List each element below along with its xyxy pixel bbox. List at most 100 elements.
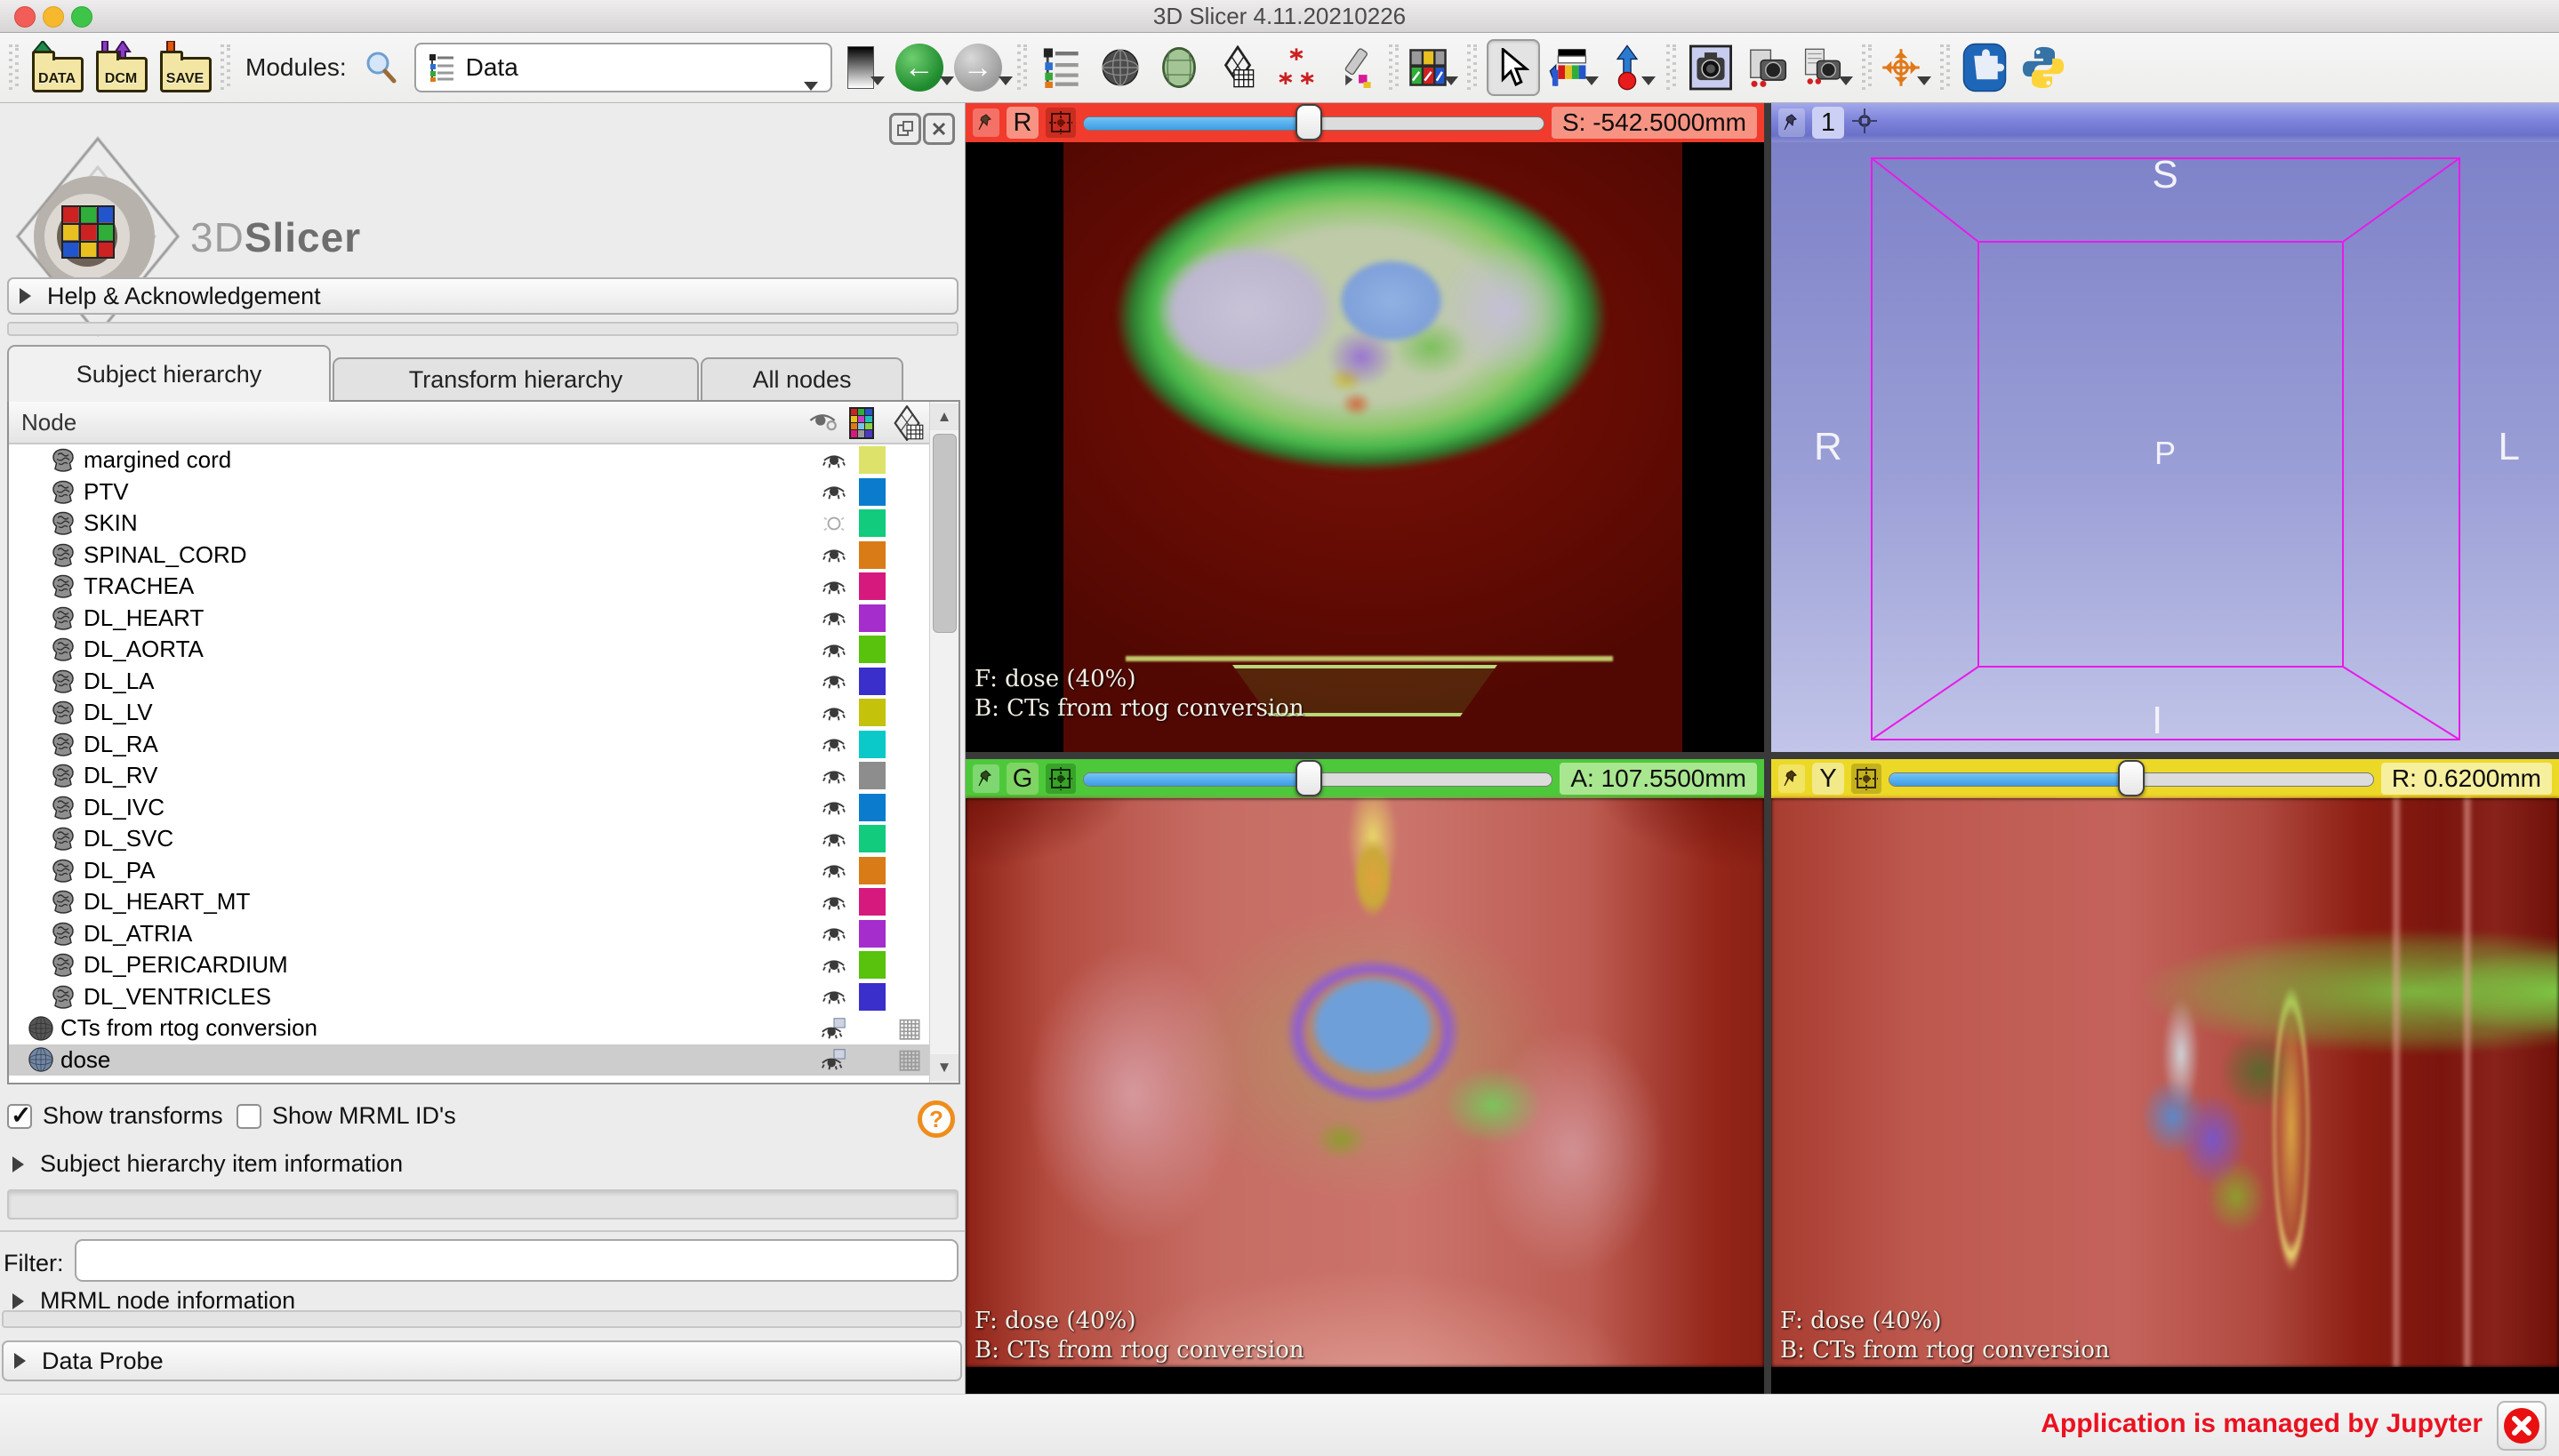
visibility-toggle[interactable] xyxy=(814,544,854,565)
visibility-toggle[interactable] xyxy=(814,733,854,755)
mesh-column-icon[interactable] xyxy=(889,404,925,445)
tree-item-dl-ra[interactable]: DL_RA xyxy=(9,729,929,761)
toolbar-grip[interactable] xyxy=(1388,44,1400,91)
tree-item-dl-lv[interactable]: DL_LV xyxy=(9,697,929,729)
tree-item-dl-rv[interactable]: DL_RV xyxy=(9,760,929,792)
axial-slice-image[interactable]: F: dose (40%) B: CTs from rtog conversio… xyxy=(966,142,1764,752)
tree-item-skin[interactable]: SKIN xyxy=(9,508,929,540)
module-shortcut-editor-button[interactable] xyxy=(1330,41,1380,94)
module-history-button[interactable] xyxy=(841,41,891,94)
toolbar-grip[interactable] xyxy=(9,44,20,91)
slider-handle[interactable] xyxy=(2117,760,2145,796)
place-markup-point-button[interactable] xyxy=(1608,41,1657,94)
slice-offset-slider[interactable] xyxy=(1083,759,1553,798)
module-shortcut-volumes-button[interactable] xyxy=(1095,41,1145,94)
load-dicom-button[interactable]: DCM xyxy=(92,41,148,94)
layout-selector-button[interactable] xyxy=(1408,41,1458,94)
adjust-window-level-button[interactable] xyxy=(1549,41,1599,94)
toolbar-grip[interactable] xyxy=(1939,44,1951,91)
view-label[interactable]: R xyxy=(1007,107,1039,139)
volume-grid-icon[interactable]: ▦ xyxy=(890,1014,929,1042)
toolbar-grip[interactable] xyxy=(1016,44,1028,91)
tree-item-dl-la[interactable]: DL_LA xyxy=(9,666,929,698)
sagittal-slice-image[interactable]: F: dose (40%) B: CTs from rtog conversio… xyxy=(1771,798,2559,1394)
color-swatch[interactable] xyxy=(854,982,890,1011)
slice-visibility-toggle[interactable] xyxy=(1046,108,1076,138)
center-view-icon[interactable] xyxy=(1851,108,1878,139)
green-slice-view[interactable]: G A: 107.5500mm F: dose (40%) B: CTs fro… xyxy=(966,759,1764,1394)
tree-item-trachea[interactable]: TRACHEA xyxy=(9,571,929,603)
tree-item-ptv[interactable]: PTV xyxy=(9,476,929,508)
module-shortcut-annotations-button[interactable] xyxy=(1271,41,1321,94)
visibility-toggle[interactable] xyxy=(814,923,854,944)
color-swatch[interactable] xyxy=(854,572,890,601)
crosshair-button[interactable] xyxy=(1881,41,1931,94)
visibility-toggle[interactable] xyxy=(814,576,854,597)
view-label[interactable]: Y xyxy=(1812,763,1844,795)
tree-item-cts-from-rtog-conversion[interactable]: CTs from rtog conversion ▦ xyxy=(9,1012,929,1044)
tree-item-dl-svc[interactable]: DL_SVC xyxy=(9,823,929,855)
help-acknowledgement-section[interactable]: Help & Acknowledgement xyxy=(7,277,959,315)
tree-item-margined-cord[interactable]: margined cord xyxy=(9,444,929,476)
module-back-button[interactable]: ← xyxy=(894,41,954,94)
tree-item-dl-pa[interactable]: DL_PA xyxy=(9,855,929,887)
visibility-toggle[interactable] xyxy=(814,860,854,881)
coronal-slice-image[interactable]: F: dose (40%) B: CTs from rtog conversio… xyxy=(966,798,1764,1394)
slice-visibility-toggle[interactable] xyxy=(1851,764,1881,794)
save-button[interactable]: SAVE xyxy=(156,41,212,94)
color-swatch[interactable] xyxy=(854,604,890,632)
visibility-toggle[interactable] xyxy=(814,450,854,471)
slider-handle[interactable] xyxy=(1296,104,1323,140)
pin-icon[interactable] xyxy=(1778,764,1805,793)
data-probe-section[interactable]: Data Probe xyxy=(2,1340,962,1381)
color-swatch[interactable] xyxy=(854,856,890,884)
scene-view-capture-button[interactable] xyxy=(1745,41,1794,94)
toolbar-grip[interactable] xyxy=(1466,44,1478,91)
help-question-button[interactable]: ? xyxy=(918,1100,955,1138)
module-search-button[interactable] xyxy=(356,41,405,94)
scroll-down-button[interactable]: ▼ xyxy=(930,1054,959,1081)
show-mrml-ids-checkbox[interactable] xyxy=(237,1104,261,1129)
item-information-section[interactable]: Subject hierarchy item information xyxy=(12,1150,403,1178)
color-swatch[interactable] xyxy=(854,951,890,980)
visibility-column-icon[interactable] xyxy=(807,407,838,438)
pin-icon[interactable] xyxy=(973,764,999,793)
tree-item-dose[interactable]: dose ▦ xyxy=(9,1044,929,1076)
tab-all-nodes[interactable]: All nodes xyxy=(701,357,903,402)
slice-offset-slider[interactable] xyxy=(1889,759,2374,798)
color-column-icon[interactable] xyxy=(848,406,875,444)
view-label[interactable]: 1 xyxy=(1812,107,1844,139)
pin-icon[interactable] xyxy=(1778,108,1805,137)
visibility-toggle[interactable] xyxy=(814,1016,854,1041)
color-swatch[interactable] xyxy=(854,730,890,758)
color-swatch[interactable] xyxy=(854,888,890,916)
tree-item-dl-pericardium[interactable]: DL_PERICARDIUM xyxy=(9,949,929,981)
pin-icon[interactable] xyxy=(973,108,999,137)
jupyter-close-button[interactable] xyxy=(2497,1401,2547,1451)
view-label[interactable]: G xyxy=(1007,763,1039,795)
slider-handle[interactable] xyxy=(1295,760,1322,796)
toolbar-grip[interactable] xyxy=(1665,44,1677,91)
color-swatch[interactable] xyxy=(854,919,890,948)
visibility-toggle[interactable] xyxy=(814,986,854,1007)
tree-item-dl-heart-mt[interactable]: DL_HEART_MT xyxy=(9,886,929,918)
filter-input[interactable] xyxy=(75,1239,959,1282)
visibility-toggle[interactable] xyxy=(814,828,854,850)
toolbar-grip[interactable] xyxy=(1861,44,1873,91)
color-swatch[interactable] xyxy=(854,636,890,664)
visibility-toggle[interactable] xyxy=(814,607,854,628)
slice-offset-slider[interactable] xyxy=(1083,103,1544,142)
red-slice-view[interactable]: R S: -542.5000mm F: dose (40%) B: CTs fr… xyxy=(966,103,1764,752)
visibility-toggle[interactable] xyxy=(814,765,854,787)
module-shortcut-models-button[interactable] xyxy=(1154,41,1204,94)
toolbar-grip[interactable] xyxy=(221,44,231,91)
threed-scene[interactable]: S R P L I xyxy=(1771,142,2559,752)
visibility-toggle[interactable] xyxy=(814,955,854,976)
color-swatch[interactable] xyxy=(854,667,890,695)
visibility-toggle[interactable] xyxy=(814,702,854,724)
color-swatch[interactable] xyxy=(854,477,890,506)
tree-item-dl-atria[interactable]: DL_ATRIA xyxy=(9,918,929,950)
module-selector[interactable]: Data xyxy=(413,43,832,92)
show-transforms-checkbox[interactable] xyxy=(7,1100,32,1130)
volume-grid-icon[interactable]: ▦ xyxy=(890,1046,929,1073)
